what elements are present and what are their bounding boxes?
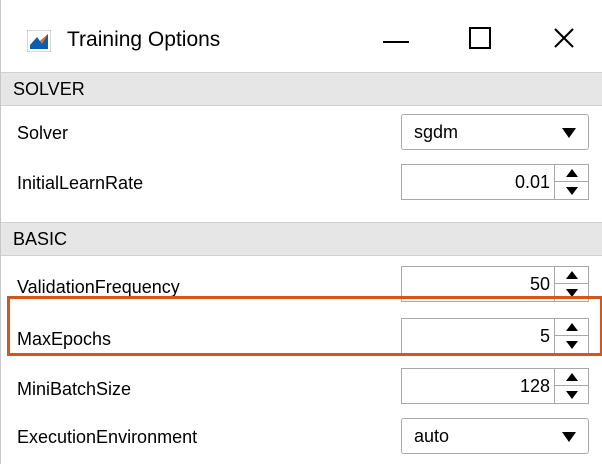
section-header-solver: SOLVER (1, 72, 602, 106)
solver-dropdown-value: sgdm (414, 122, 459, 142)
maximize-button[interactable] (445, 14, 515, 66)
spinner-buttons (554, 369, 588, 403)
max-epochs-value[interactable]: 5 (540, 325, 550, 347)
validation-frequency-label: ValidationFrequency (17, 277, 180, 297)
initial-learn-rate-spinner[interactable]: 0.01 (401, 164, 589, 200)
spin-down-button[interactable] (555, 284, 588, 301)
section-header-basic: BASIC (1, 222, 602, 256)
execution-environment-dropdown-value: auto (414, 426, 450, 446)
spinner-buttons (554, 165, 588, 199)
spin-up-button[interactable] (555, 369, 588, 386)
title-bar: Training Options (1, 0, 602, 72)
section-label: SOLVER (13, 79, 85, 99)
spin-down-button[interactable] (555, 182, 588, 199)
validation-frequency-spinner[interactable]: 50 (401, 266, 589, 302)
spin-down-button[interactable] (555, 336, 588, 353)
initial-learn-rate-value[interactable]: 0.01 (515, 171, 550, 193)
close-button[interactable] (529, 14, 599, 66)
initial-learn-rate-label: InitialLearnRate (17, 173, 144, 193)
spin-up-button[interactable] (555, 165, 588, 182)
section-label: BASIC (13, 229, 68, 249)
execution-environment-label: ExecutionEnvironment (17, 427, 198, 447)
max-epochs-spinner[interactable]: 5 (401, 318, 589, 354)
spin-up-button[interactable] (555, 267, 588, 284)
window-title: Training Options (67, 28, 221, 51)
matlab-icon (26, 29, 52, 53)
solver-dropdown[interactable]: sgdm (401, 114, 589, 150)
mini-batch-size-value[interactable]: 128 (520, 375, 550, 397)
chevron-down-icon (562, 126, 576, 138)
maximize-icon (469, 26, 491, 54)
max-epochs-label: MaxEpochs (17, 329, 112, 349)
execution-environment-dropdown[interactable]: auto (401, 418, 589, 454)
spin-down-button[interactable] (555, 386, 588, 403)
solver-label: Solver (17, 123, 69, 143)
chevron-down-icon (562, 430, 576, 442)
spinner-buttons (554, 267, 588, 301)
minimize-button[interactable] (361, 14, 431, 66)
training-options-window: Training Options SOLVER Solver sgdm Init… (0, 0, 602, 464)
mini-batch-size-label: MiniBatchSize (17, 379, 132, 399)
spin-up-button[interactable] (555, 319, 588, 336)
mini-batch-size-spinner[interactable]: 128 (401, 368, 589, 404)
minimize-icon (383, 31, 409, 49)
close-icon (553, 27, 575, 54)
spinner-buttons (554, 319, 588, 353)
validation-frequency-value[interactable]: 50 (530, 273, 550, 295)
